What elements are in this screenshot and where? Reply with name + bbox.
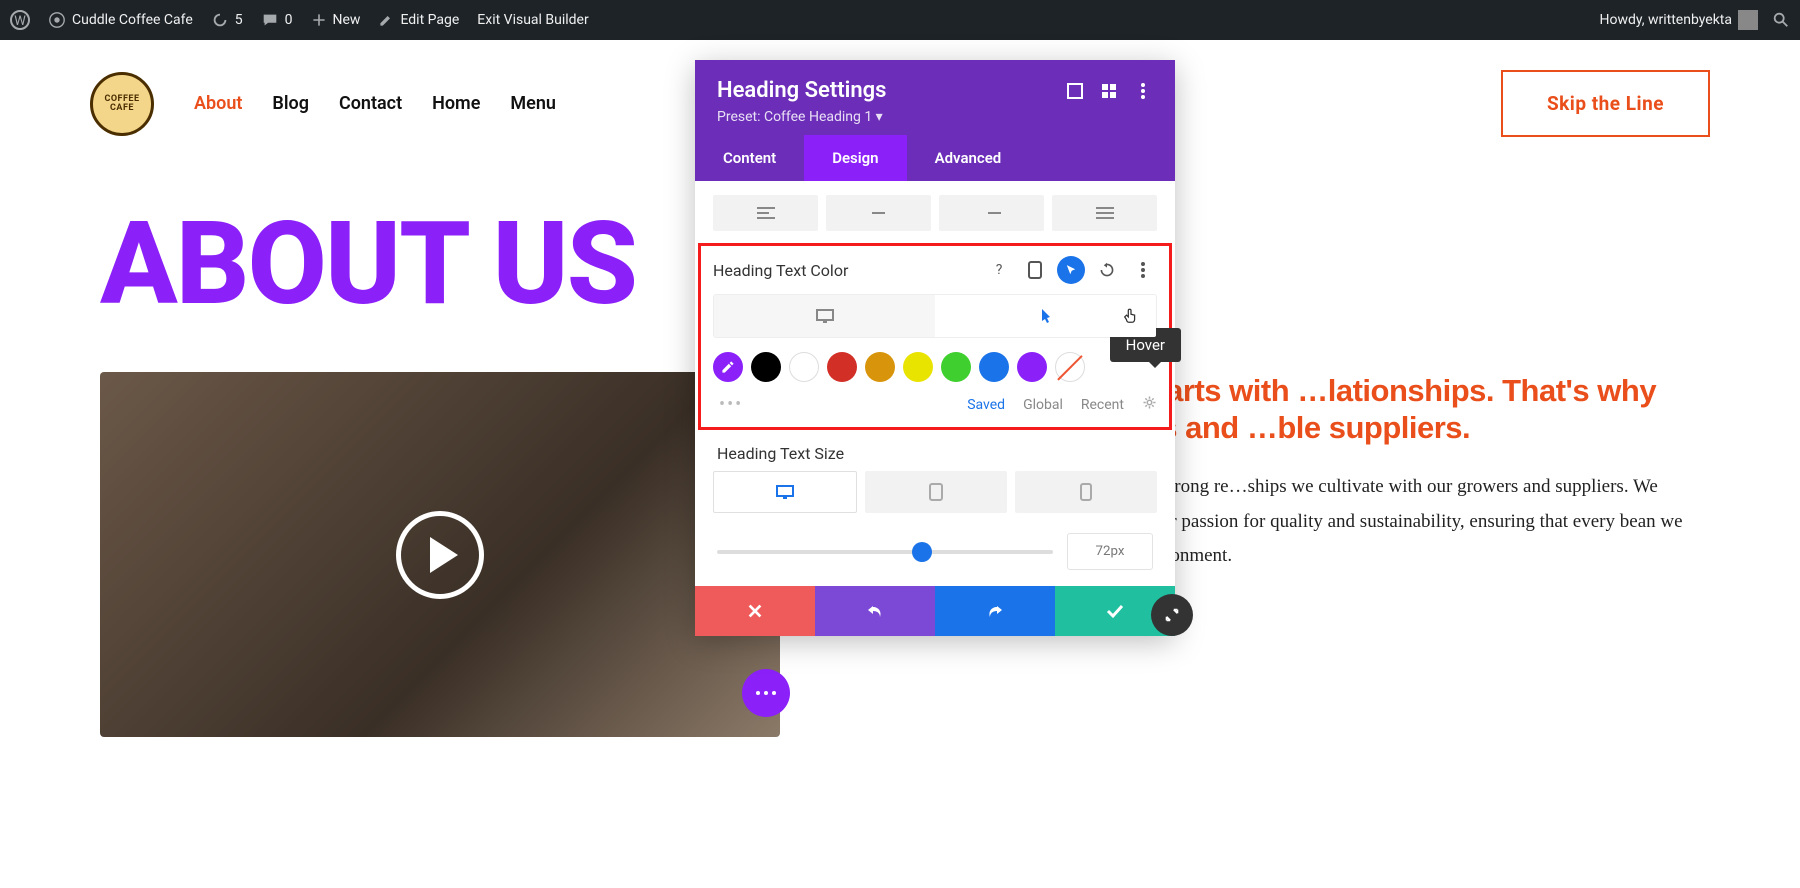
align-justify-icon (1096, 207, 1114, 219)
tab-design[interactable]: Design (804, 135, 906, 181)
undo-icon (865, 602, 885, 620)
nav-contact[interactable]: Contact (339, 93, 402, 114)
swatch-black[interactable] (751, 352, 781, 382)
heading-settings-panel[interactable]: Heading Settings Preset: Coffee Heading … (695, 60, 1175, 636)
panel-title: Heading Settings (717, 78, 1051, 103)
swatch-green[interactable] (941, 352, 971, 382)
color-picker-button[interactable] (713, 352, 743, 382)
align-justify-button[interactable] (1052, 195, 1157, 231)
cursor-pointer-icon (1039, 307, 1053, 325)
align-center-button[interactable] (826, 195, 931, 231)
main-nav: About Blog Contact Home Menu (194, 93, 556, 114)
new-content[interactable]: New (311, 12, 361, 28)
phone-icon[interactable] (1021, 256, 1049, 284)
redo-icon (985, 602, 1005, 620)
swatch-purple[interactable] (1017, 352, 1047, 382)
swatch-tab-global[interactable]: Global (1023, 397, 1063, 413)
site-logo[interactable]: COFFEE CAFE (90, 72, 154, 136)
heading-text-size-label: Heading Text Size (717, 444, 1157, 463)
heading-text-color-label: Heading Text Color (713, 261, 848, 280)
eyedropper-icon (720, 359, 736, 375)
align-right-icon (983, 207, 1001, 219)
site-name[interactable]: Cuddle Coffee Cafe (48, 11, 193, 29)
wp-logo[interactable]: W (10, 10, 30, 30)
avatar (1738, 10, 1758, 30)
size-slider-row (717, 533, 1153, 570)
edit-page[interactable]: Edit Page (378, 12, 459, 28)
nav-about[interactable]: About (194, 93, 242, 114)
option-label-row: Heading Text Color ? (713, 256, 1157, 284)
redo-button[interactable] (935, 586, 1055, 636)
swatch-tab-recent[interactable]: Recent (1081, 397, 1124, 413)
state-toggle-row (713, 294, 1157, 338)
phone-icon (1080, 483, 1092, 501)
swatch-orange[interactable] (865, 352, 895, 382)
swatch-tabs: ••• Saved Global Recent (713, 394, 1157, 415)
device-desktop-button[interactable] (713, 471, 857, 513)
tab-advanced[interactable]: Advanced (907, 135, 1030, 181)
close-icon (746, 602, 764, 620)
svg-text:W: W (14, 14, 26, 29)
tab-content[interactable]: Content (695, 135, 804, 181)
cancel-button[interactable] (695, 586, 815, 636)
align-left-button[interactable] (713, 195, 818, 231)
panel-resize-handle[interactable] (1151, 594, 1193, 636)
resize-icon (1163, 606, 1181, 624)
updates[interactable]: 5 (211, 11, 243, 29)
check-icon (1105, 603, 1125, 619)
swatch-red[interactable] (827, 352, 857, 382)
swatch-blue[interactable] (979, 352, 1009, 382)
device-phone-button[interactable] (1015, 471, 1157, 513)
swatch-yellow[interactable] (903, 352, 933, 382)
undo-button[interactable] (815, 586, 935, 636)
panel-footer (695, 586, 1175, 636)
play-icon[interactable] (396, 511, 484, 599)
color-swatches (713, 352, 1157, 382)
hand-cursor-icon (1122, 307, 1140, 325)
device-tablet-button[interactable] (865, 471, 1007, 513)
reset-icon[interactable] (1093, 256, 1121, 284)
howdy-user[interactable]: Howdy, writtenbyekta (1599, 10, 1758, 30)
kebab-icon[interactable] (1133, 81, 1153, 101)
align-center-icon (870, 207, 888, 219)
help-icon[interactable]: ? (985, 256, 1013, 284)
desktop-icon (775, 484, 795, 500)
cta-button[interactable]: Skip the Line (1501, 70, 1710, 137)
desktop-icon (815, 308, 835, 324)
preset-selector[interactable]: Preset: Coffee Heading 1 ▾ (717, 109, 1153, 125)
swatch-tab-saved[interactable]: Saved (967, 397, 1005, 413)
color-section-highlighted: Heading Text Color ? Hover (698, 243, 1172, 430)
size-slider[interactable] (717, 550, 1053, 554)
swatch-settings-icon[interactable] (1142, 395, 1157, 414)
video-module[interactable] (100, 372, 780, 737)
swatch-white[interactable] (789, 352, 819, 382)
more-swatches-icon[interactable]: ••• (713, 394, 743, 415)
swatch-transparent[interactable] (1055, 352, 1085, 382)
module-options-fab[interactable] (742, 669, 790, 717)
comments[interactable]: 0 (261, 11, 293, 29)
nav-blog[interactable]: Blog (272, 93, 309, 114)
cursor-icon[interactable] (1057, 256, 1085, 284)
exit-visual-builder[interactable]: Exit Visual Builder (477, 12, 588, 28)
search-icon[interactable] (1772, 11, 1790, 29)
panel-tabs: Content Design Advanced (695, 135, 1175, 181)
expand-icon[interactable] (1065, 81, 1085, 101)
align-right-button[interactable] (939, 195, 1044, 231)
default-state-button[interactable] (714, 295, 935, 337)
option-kebab-icon[interactable] (1129, 256, 1157, 284)
panel-header[interactable]: Heading Settings Preset: Coffee Heading … (695, 60, 1175, 135)
grid-icon[interactable] (1099, 81, 1119, 101)
hover-state-button[interactable] (935, 295, 1156, 337)
text-align-row (713, 195, 1157, 231)
nav-menu[interactable]: Menu (510, 93, 556, 114)
size-input[interactable] (1067, 533, 1153, 570)
panel-body: Heading Text Color ? Hover (695, 181, 1175, 570)
tablet-icon (928, 483, 944, 501)
align-left-icon (757, 207, 775, 219)
nav-home[interactable]: Home (432, 93, 480, 114)
wp-admin-bar: W Cuddle Coffee Cafe 5 0 New Edit Page E… (0, 0, 1800, 40)
responsive-device-row (713, 471, 1157, 513)
